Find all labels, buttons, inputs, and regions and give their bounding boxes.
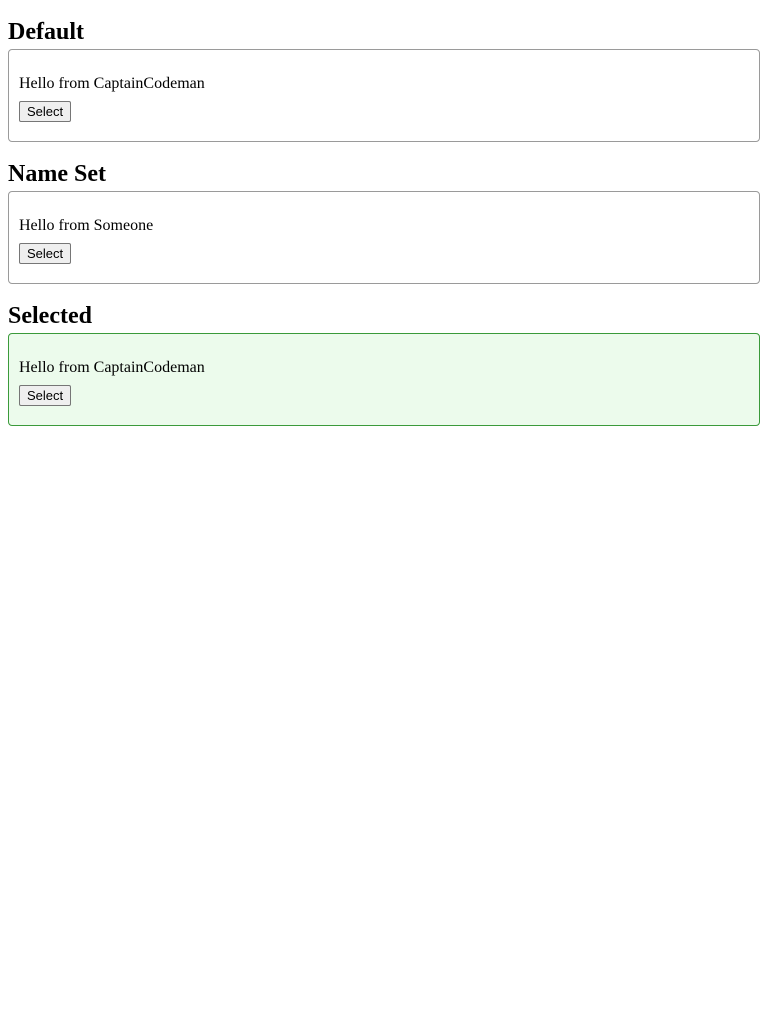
greeting-text: Hello from Someone [19,217,154,234]
greeting-text: Hello from CaptainCodeman [19,359,205,376]
section-title-selected: Selected [8,303,92,329]
greeting-card-default: Hello from CaptainCodeman Select [8,49,760,142]
greeting-card-name-set: Hello from Someone Select [8,191,760,284]
greeting-card-selected: Hello from CaptainCodeman Select [8,333,760,426]
select-button[interactable]: Select [19,101,72,122]
select-button[interactable]: Select [19,243,72,264]
select-button[interactable]: Select [19,385,72,406]
section-title-default: Default [8,19,84,45]
greeting-text: Hello from CaptainCodeman [19,75,205,92]
page: Default Hello from CaptainCodeman Select… [0,0,768,426]
section-title-name-set: Name Set [8,161,106,187]
